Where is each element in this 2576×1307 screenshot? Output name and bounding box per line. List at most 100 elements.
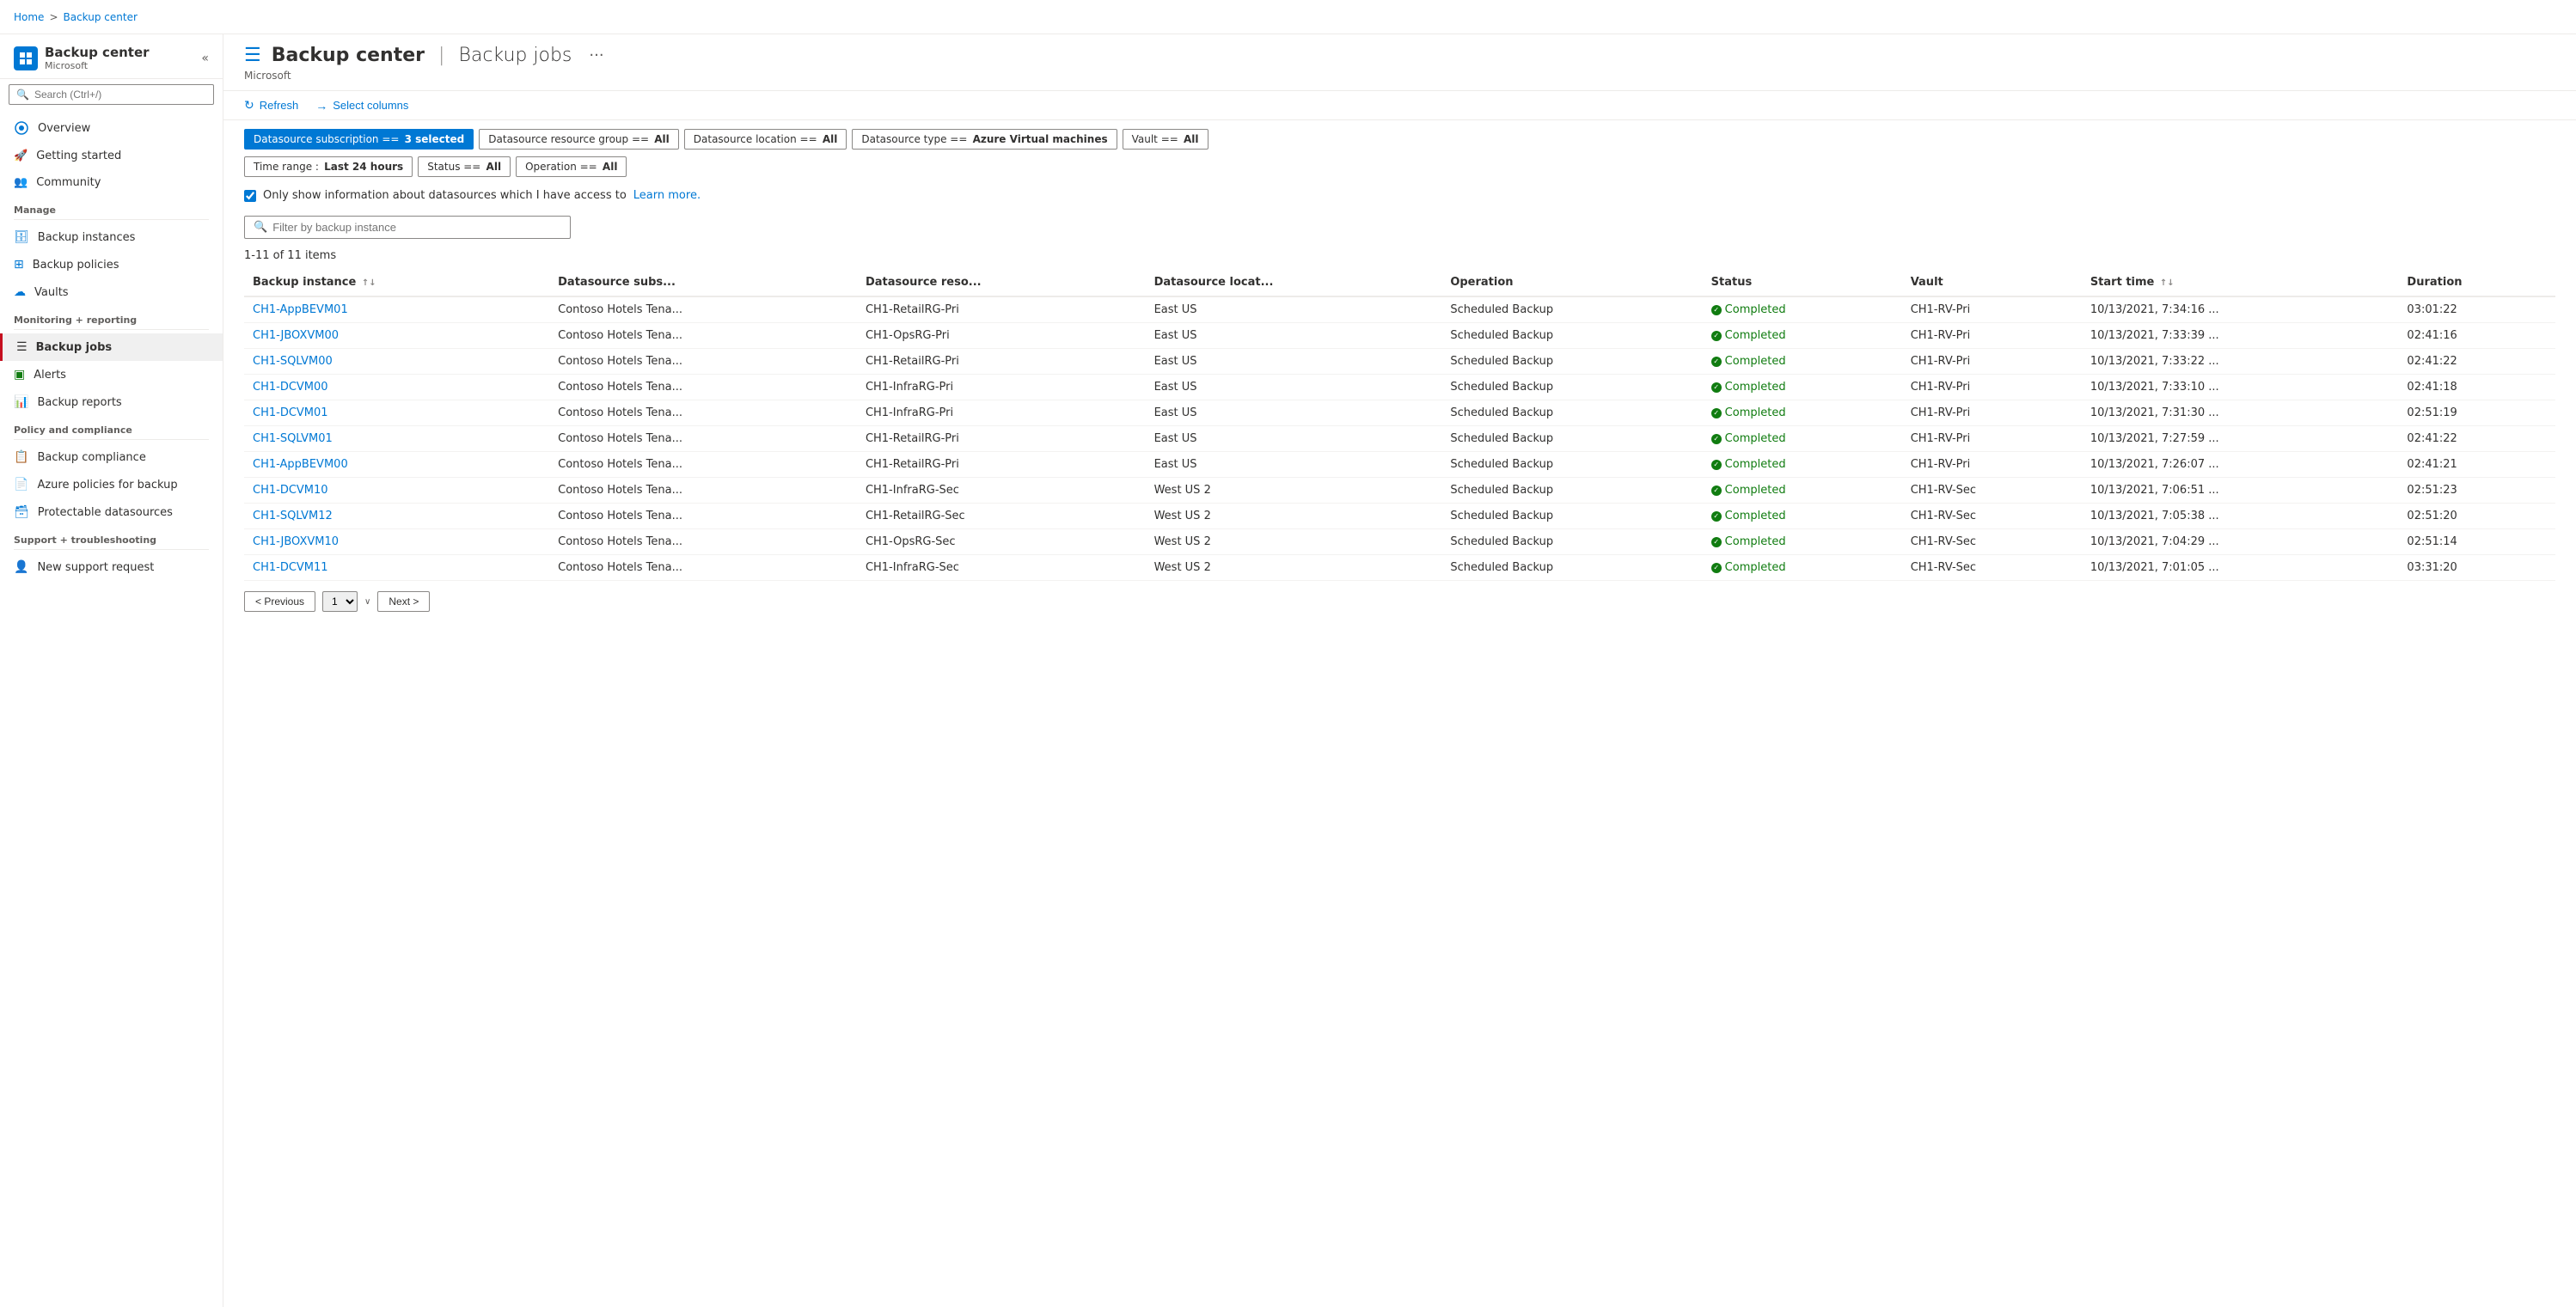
cell-start-time: 10/13/2021, 7:26:07 ... bbox=[2082, 452, 2399, 478]
learn-more-link[interactable]: Learn more. bbox=[633, 189, 701, 202]
table-row[interactable]: CH1-DCVM00 Contoso Hotels Tena... CH1-In… bbox=[244, 375, 2555, 400]
backup-reports-icon: 📊 bbox=[14, 395, 28, 409]
cell-vault: CH1-RV-Sec bbox=[1902, 478, 2082, 504]
sidebar-item-vaults[interactable]: ☁ Vaults bbox=[0, 278, 223, 306]
prev-page-button[interactable]: < Previous bbox=[244, 591, 315, 612]
cell-operation: Scheduled Backup bbox=[1441, 478, 1702, 504]
new-support-icon: 👤 bbox=[14, 560, 28, 574]
sidebar-search-input[interactable] bbox=[34, 89, 206, 101]
sidebar-item-backup-instances[interactable]: 🗄 Backup instances bbox=[0, 223, 223, 251]
col-status[interactable]: Status bbox=[1703, 269, 1902, 296]
refresh-icon: ↻ bbox=[244, 98, 254, 113]
filter-datasource-rg[interactable]: Datasource resource group == All bbox=[479, 129, 679, 150]
sidebar-item-label: Backup jobs bbox=[36, 341, 113, 354]
community-icon: 👥 bbox=[14, 176, 28, 189]
table-row[interactable]: CH1-DCVM10 Contoso Hotels Tena... CH1-In… bbox=[244, 478, 2555, 504]
filter-value: Azure Virtual machines bbox=[969, 133, 1107, 145]
sidebar-item-label: Overview bbox=[38, 122, 90, 135]
page-number-select[interactable]: 1 bbox=[322, 591, 358, 612]
sidebar-item-alerts[interactable]: ▣ Alerts bbox=[0, 361, 223, 388]
cell-datasource-reso: CH1-OpsRG-Sec bbox=[857, 529, 1146, 555]
filter-vault[interactable]: Vault == All bbox=[1123, 129, 1208, 150]
filter-datasource-type[interactable]: Datasource type == Azure Virtual machine… bbox=[852, 129, 1117, 150]
access-checkbox[interactable] bbox=[244, 190, 256, 202]
cell-operation: Scheduled Backup bbox=[1441, 349, 1702, 375]
page-title-row: ☰ Backup center | Backup jobs ··· bbox=[244, 45, 2555, 66]
sidebar-item-backup-jobs[interactable]: ☰ Backup jobs bbox=[0, 333, 223, 361]
cell-start-time: 10/13/2021, 7:33:39 ... bbox=[2082, 323, 2399, 349]
filter-search-wrap[interactable]: 🔍 bbox=[244, 216, 571, 239]
status-completed-icon bbox=[1711, 382, 1722, 393]
cell-status: Completed bbox=[1703, 400, 1902, 426]
sidebar-item-azure-policies[interactable]: 📄 Azure policies for backup bbox=[0, 471, 223, 498]
filter-datasource-loc[interactable]: Datasource location == All bbox=[684, 129, 847, 150]
status-label: Completed bbox=[1725, 484, 1786, 497]
sidebar-item-label: Community bbox=[36, 176, 101, 189]
table-row[interactable]: CH1-AppBEVM01 Contoso Hotels Tena... CH1… bbox=[244, 296, 2555, 323]
col-start-time[interactable]: Start time ↑↓ bbox=[2082, 269, 2399, 296]
filter-time-range[interactable]: Time range : Last 24 hours bbox=[244, 156, 413, 177]
cell-status: Completed bbox=[1703, 349, 1902, 375]
sidebar-collapse-btn[interactable]: « bbox=[201, 52, 209, 65]
cell-start-time: 10/13/2021, 7:04:29 ... bbox=[2082, 529, 2399, 555]
breadcrumb-backup-center[interactable]: Backup center bbox=[64, 11, 138, 23]
sidebar-item-community[interactable]: 👥 Community bbox=[0, 169, 223, 196]
sidebar-logo: Backup center Microsoft bbox=[14, 45, 150, 71]
sidebar-item-new-support[interactable]: 👤 New support request bbox=[0, 553, 223, 581]
table-row[interactable]: CH1-JBOXVM00 Contoso Hotels Tena... CH1-… bbox=[244, 323, 2555, 349]
filter-status[interactable]: Status == All bbox=[418, 156, 511, 177]
table-row[interactable]: CH1-SQLVM12 Contoso Hotels Tena... CH1-R… bbox=[244, 504, 2555, 529]
col-datasource-subs[interactable]: Datasource subs... bbox=[549, 269, 857, 296]
page-more-icon[interactable]: ··· bbox=[589, 46, 603, 64]
cell-status: Completed bbox=[1703, 529, 1902, 555]
status-completed-icon bbox=[1711, 434, 1722, 444]
col-datasource-locat[interactable]: Datasource locat... bbox=[1146, 269, 1442, 296]
sidebar-item-getting-started[interactable]: 🚀 Getting started bbox=[0, 143, 223, 169]
filter-label: Operation == bbox=[525, 161, 597, 173]
col-backup-instance[interactable]: Backup instance ↑↓ bbox=[244, 269, 549, 296]
next-page-button[interactable]: Next > bbox=[377, 591, 430, 612]
filter-label: Time range : bbox=[254, 161, 319, 173]
section-policy: Policy and compliance bbox=[0, 416, 223, 439]
table-row[interactable]: CH1-DCVM01 Contoso Hotels Tena... CH1-In… bbox=[244, 400, 2555, 426]
breadcrumb: Home > Backup center bbox=[14, 11, 138, 23]
pagination-row: < Previous 1 ∨ Next > bbox=[223, 581, 2576, 622]
cell-datasource-subs: Contoso Hotels Tena... bbox=[549, 349, 857, 375]
table-row[interactable]: CH1-SQLVM00 Contoso Hotels Tena... CH1-R… bbox=[244, 349, 2555, 375]
sidebar-item-protectable[interactable]: 🗃 Protectable datasources bbox=[0, 498, 223, 526]
breadcrumb-home[interactable]: Home bbox=[14, 11, 44, 23]
sidebar-search-wrap[interactable]: 🔍 bbox=[9, 84, 214, 105]
filter-value: All bbox=[1180, 133, 1199, 145]
table-row[interactable]: CH1-SQLVM01 Contoso Hotels Tena... CH1-R… bbox=[244, 426, 2555, 452]
select-columns-label: Select columns bbox=[333, 99, 408, 112]
sidebar: Backup center Microsoft « 🔍 Overview 🚀 bbox=[0, 34, 223, 1307]
cell-start-time: 10/13/2021, 7:06:51 ... bbox=[2082, 478, 2399, 504]
status-label: Completed bbox=[1725, 355, 1786, 368]
cell-vault: CH1-RV-Sec bbox=[1902, 504, 2082, 529]
refresh-button[interactable]: ↻ Refresh bbox=[244, 98, 298, 113]
table-row[interactable]: CH1-DCVM11 Contoso Hotels Tena... CH1-In… bbox=[244, 555, 2555, 581]
sidebar-item-backup-policies[interactable]: ⊞ Backup policies bbox=[0, 251, 223, 278]
cell-start-time: 10/13/2021, 7:34:16 ... bbox=[2082, 296, 2399, 323]
topbar: Home > Backup center bbox=[0, 0, 2576, 34]
cell-status: Completed bbox=[1703, 375, 1902, 400]
cell-datasource-locat: West US 2 bbox=[1146, 529, 1442, 555]
col-datasource-reso[interactable]: Datasource reso... bbox=[857, 269, 1146, 296]
sidebar-item-backup-reports[interactable]: 📊 Backup reports bbox=[0, 388, 223, 416]
select-columns-button[interactable]: → Select columns bbox=[315, 99, 408, 113]
section-manage: Manage bbox=[0, 196, 223, 219]
sidebar-item-overview[interactable]: Overview bbox=[0, 113, 223, 143]
filter-search-input[interactable] bbox=[272, 221, 561, 234]
col-label: Status bbox=[1711, 276, 1753, 289]
sidebar-item-label: Backup policies bbox=[33, 259, 119, 272]
filter-datasource-sub[interactable]: Datasource subscription == 3 selected bbox=[244, 129, 474, 150]
col-operation[interactable]: Operation bbox=[1441, 269, 1702, 296]
cell-operation: Scheduled Backup bbox=[1441, 426, 1702, 452]
sidebar-item-backup-compliance[interactable]: 📋 Backup compliance bbox=[0, 443, 223, 471]
cell-datasource-locat: West US 2 bbox=[1146, 478, 1442, 504]
col-duration[interactable]: Duration bbox=[2398, 269, 2555, 296]
filter-operation[interactable]: Operation == All bbox=[516, 156, 627, 177]
table-row[interactable]: CH1-JBOXVM10 Contoso Hotels Tena... CH1-… bbox=[244, 529, 2555, 555]
table-row[interactable]: CH1-AppBEVM00 Contoso Hotels Tena... CH1… bbox=[244, 452, 2555, 478]
col-vault[interactable]: Vault bbox=[1902, 269, 2082, 296]
